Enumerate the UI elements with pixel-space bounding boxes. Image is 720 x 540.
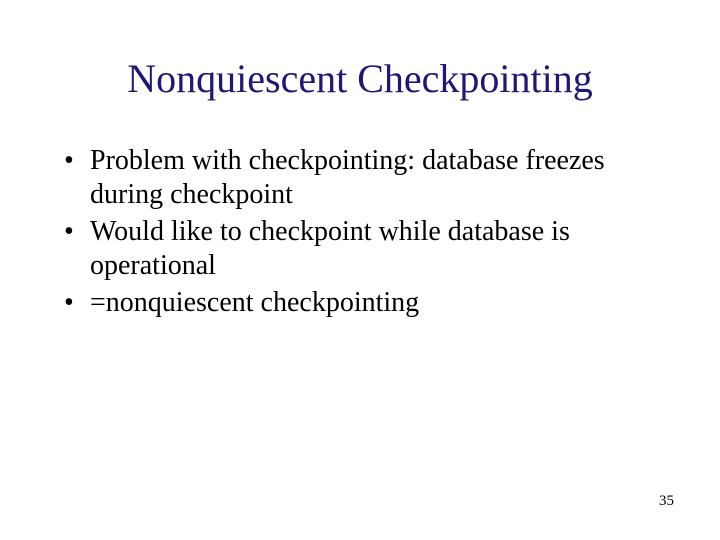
slide: Nonquiescent Checkpointing Problem with … xyxy=(0,0,720,540)
page-number: 35 xyxy=(659,493,674,510)
list-item: Would like to checkpoint while database … xyxy=(60,215,670,282)
list-item: Problem with checkpointing: database fre… xyxy=(60,144,670,211)
slide-title: Nonquiescent Checkpointing xyxy=(50,55,670,102)
list-item: =nonquiescent checkpointing xyxy=(60,286,670,320)
bullet-list: Problem with checkpointing: database fre… xyxy=(50,144,670,320)
